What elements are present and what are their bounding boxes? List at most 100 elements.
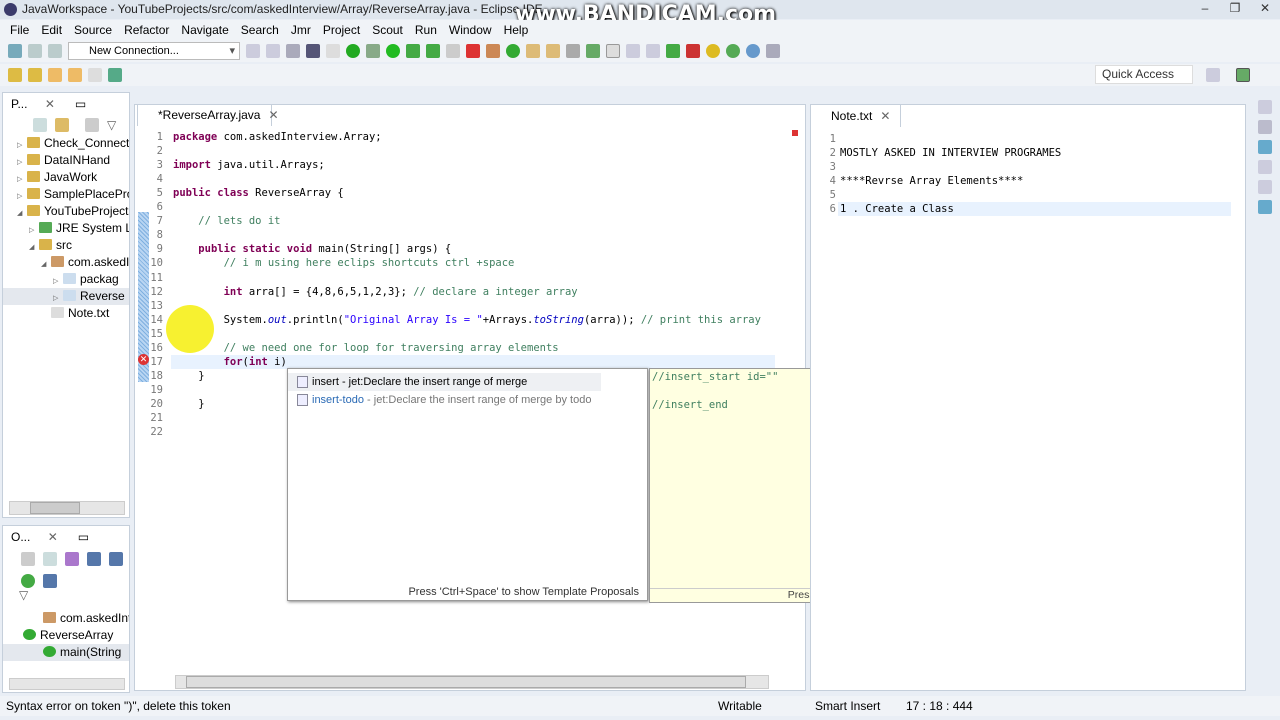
skip-breakpoints-icon[interactable] xyxy=(326,44,340,58)
console-icon[interactable] xyxy=(306,44,320,58)
disconnect-icon[interactable] xyxy=(266,44,280,58)
outline-tab[interactable]: O... ✕ ▭ xyxy=(3,526,129,548)
proposal-item[interactable]: insert-todo - jet:Declare the insert ran… xyxy=(288,391,647,409)
editor-tab[interactable]: *ReverseArray.java ✕ xyxy=(137,104,279,126)
minimize-icon[interactable]: ▭ xyxy=(78,530,89,544)
mark-occurrences-icon[interactable] xyxy=(606,44,620,58)
previous-annotation-icon[interactable] xyxy=(28,68,42,82)
whitespace-icon[interactable] xyxy=(646,44,660,58)
expand-toggle-icon[interactable]: ◢ xyxy=(17,205,27,220)
expand-toggle-icon[interactable]: ▷ xyxy=(53,290,63,305)
tree-item[interactable]: ◢ com.askedI xyxy=(3,254,129,271)
package-icon[interactable] xyxy=(486,44,500,58)
menu-project[interactable]: Project xyxy=(317,20,366,40)
save-icon[interactable] xyxy=(28,44,42,58)
collapse-all-icon[interactable] xyxy=(33,118,47,132)
expand-toggle-icon[interactable]: ▷ xyxy=(29,222,39,237)
tree-item[interactable]: ▷ Reverse xyxy=(3,288,129,305)
menu-run[interactable]: Run xyxy=(409,20,443,40)
menu-scout[interactable]: Scout xyxy=(366,20,409,40)
view-menu-icon[interactable]: ▽ xyxy=(107,118,116,132)
view-menu-icon[interactable]: ▽ xyxy=(3,588,129,604)
expand-toggle-icon[interactable]: ▷ xyxy=(17,137,27,152)
quick-access-input[interactable]: Quick Access xyxy=(1095,65,1193,84)
outline-item[interactable]: ReverseArray xyxy=(3,627,129,644)
package-explorer-tab[interactable]: P... ✕ ▭ xyxy=(3,93,129,115)
error-icon[interactable]: ✕ xyxy=(138,354,149,365)
green-circle-icon[interactable] xyxy=(726,44,740,58)
java-perspective-icon[interactable] xyxy=(1236,68,1250,82)
tree-item[interactable]: ▷ SamplePlaceProj xyxy=(3,186,129,203)
outline-item[interactable]: main(String xyxy=(3,644,129,661)
sort-icon[interactable] xyxy=(65,552,79,566)
hide-local-types-icon[interactable] xyxy=(43,574,57,588)
focus-icon[interactable] xyxy=(85,118,99,132)
tasks-icon[interactable] xyxy=(1258,120,1272,134)
server-icon[interactable] xyxy=(286,44,300,58)
forward-icon[interactable] xyxy=(88,68,102,82)
annotation-icon[interactable] xyxy=(586,44,600,58)
error-marker[interactable] xyxy=(792,130,798,136)
sync-icon[interactable] xyxy=(766,44,780,58)
tree-item[interactable]: ▷ packag xyxy=(3,271,129,288)
proposal-item[interactable]: insert - jet:Declare the insert range of… xyxy=(288,373,601,391)
next-annotation-icon[interactable] xyxy=(8,68,22,82)
maximize-button[interactable]: ❐ xyxy=(1224,1,1246,15)
expand-toggle-icon[interactable]: ◢ xyxy=(41,256,51,271)
plugin-icon[interactable] xyxy=(666,44,680,58)
menu-file[interactable]: File xyxy=(4,20,35,40)
expand-toggle-icon[interactable]: ◢ xyxy=(29,239,39,254)
close-icon[interactable]: ✕ xyxy=(268,108,278,122)
menu-refactor[interactable]: Refactor xyxy=(118,20,175,40)
last-edit-icon[interactable] xyxy=(48,68,62,82)
external-tools-icon[interactable] xyxy=(426,44,440,58)
hide-nonpublic-icon[interactable] xyxy=(21,574,35,588)
menu-source[interactable]: Source xyxy=(68,20,118,40)
tree-item[interactable]: ▷ JRE System Li xyxy=(3,220,129,237)
declaration-icon[interactable] xyxy=(1258,180,1272,194)
menu-edit[interactable]: Edit xyxy=(35,20,68,40)
open-type-icon[interactable] xyxy=(526,44,540,58)
tree-item[interactable]: ▷ DataINHand xyxy=(3,152,129,169)
stop-icon[interactable] xyxy=(446,44,460,58)
minimize-icon[interactable]: ▭ xyxy=(75,97,86,111)
connection-select[interactable]: New Connection... xyxy=(68,42,240,60)
scrollbar-thumb[interactable] xyxy=(186,676,746,688)
help-icon[interactable] xyxy=(706,44,720,58)
tree-item[interactable]: ◢ YouTubeProjects xyxy=(3,203,129,220)
hide-fields-icon[interactable] xyxy=(87,552,101,566)
note-tab[interactable]: Note.txt ✕ xyxy=(811,105,901,127)
link-editor-icon[interactable] xyxy=(55,118,69,132)
connect-icon[interactable] xyxy=(246,44,260,58)
expand-toggle-icon[interactable]: ▷ xyxy=(17,171,27,186)
launch-icon[interactable] xyxy=(466,44,480,58)
tree-item[interactable]: ▷ Check_Connectt xyxy=(3,135,129,152)
open-task-icon[interactable] xyxy=(546,44,560,58)
note-text-editor[interactable]: 1 2 MOSTLY ASKED IN INTERVIEW PROGRAMES 3 4 *… xyxy=(812,128,1231,676)
debug-icon[interactable] xyxy=(366,44,380,58)
problems-icon[interactable] xyxy=(1258,140,1272,154)
pin-editor-icon[interactable] xyxy=(108,68,122,82)
horizontal-scrollbar[interactable] xyxy=(9,501,125,515)
menu-search[interactable]: Search xyxy=(235,20,285,40)
spring-boot-icon[interactable] xyxy=(346,44,360,58)
tree-item[interactable]: ▷ JavaWork xyxy=(3,169,129,186)
focus-icon[interactable] xyxy=(21,552,35,566)
console-icon[interactable] xyxy=(1258,200,1272,214)
open-perspective-icon[interactable] xyxy=(1206,68,1220,82)
horizontal-scrollbar[interactable] xyxy=(9,678,125,690)
javadoc-icon[interactable] xyxy=(1258,160,1272,174)
horizontal-scrollbar[interactable] xyxy=(175,675,769,689)
close-icon[interactable]: ✕ xyxy=(48,530,58,544)
hide-static-icon[interactable] xyxy=(109,552,123,566)
run-icon[interactable] xyxy=(386,44,400,58)
menu-navigate[interactable]: Navigate xyxy=(175,20,234,40)
scrollbar-thumb[interactable] xyxy=(30,502,80,514)
new-class-icon[interactable] xyxy=(506,44,520,58)
restore-icon[interactable] xyxy=(1258,100,1272,114)
tree-item[interactable]: ◢ src xyxy=(3,237,129,254)
search-icon[interactable] xyxy=(566,44,580,58)
outline-item[interactable]: com.askedInte xyxy=(3,610,129,627)
menu-help[interactable]: Help xyxy=(498,20,535,40)
block-selection-icon[interactable] xyxy=(626,44,640,58)
